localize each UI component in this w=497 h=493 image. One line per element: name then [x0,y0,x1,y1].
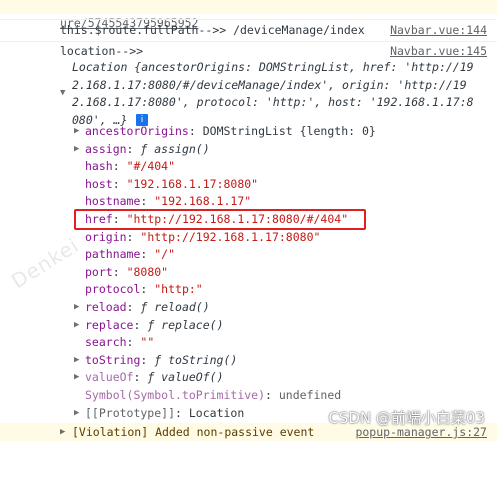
property-key: hash [85,159,113,174]
property-row: host: "192.168.1.17:8080" [0,176,497,193]
property-value: "http://192.168.1.17:8080" [140,229,321,244]
log-entry-link: ure/5745543795965952 [0,0,497,30]
expand-triangle-right-icon[interactable]: ▶ [74,405,84,423]
property-value: "192.168.1.17:8080" [126,176,259,191]
property-separator: : [140,352,155,367]
expand-triangle-right-icon[interactable]: ▶ [74,352,84,370]
property-key: ancestorOrigins [85,124,189,138]
property-value: DOMStringList {length: 0} [202,124,376,138]
href-highlight-box [74,209,366,230]
property-row[interactable]: ▶ valueOf: ƒ valueOf() [0,369,497,386]
property-value: "192.168.1.17" [154,194,252,209]
property-separator: : [133,370,148,385]
log-entry-route: this.$route.fullPath-->> /deviceManage/i… [0,19,497,40]
property-row: search: "" [0,334,497,351]
property-row[interactable]: ▶ toString: ƒ toString() [0,352,497,369]
property-value: ƒ valueOf() [147,370,224,385]
property-row: hostname: "192.168.1.17" [0,193,497,210]
property-row: hash: "#/404" [0,158,497,175]
property-key: port [85,264,113,279]
property-separator: : [112,264,127,279]
log-entry-location: location-->> Navbar.vue:145 [0,41,497,60]
violation-message: [Violation] Added non-passive event [72,425,315,439]
property-separator: : [126,141,141,156]
property-value: undefined [278,388,342,402]
property-key: toString [85,352,141,367]
property-value: "8080" [126,264,169,279]
property-value: "#/404" [126,159,176,174]
property-row[interactable]: ▶ assign: ƒ assign() [0,141,497,158]
property-separator: : [188,124,203,138]
expand-triangle-right-icon[interactable]: ▶ [74,299,84,317]
property-key: [[Prototype]] [85,405,176,420]
property-value: ƒ assign() [140,141,210,156]
log-message: location-->> [60,44,144,58]
property-row[interactable]: ▶ ancestorOrigins: DOMStringList {length:… [0,123,497,140]
property-row: Symbol(Symbol.toPrimitive): undefined [0,387,497,404]
property-key: valueOf [85,370,134,385]
property-separator: : [112,159,127,174]
property-value: ƒ toString() [154,352,238,367]
expand-triangle-right-icon[interactable]: ▶ [60,424,70,442]
property-separator: : [140,247,155,262]
expand-triangle-right-icon[interactable]: ▶ [74,369,84,387]
preview-line: 2.168.1.17:8080', protocol: 'http:', hos… [72,95,474,109]
property-separator: : [112,176,127,191]
property-key: pathname [85,247,141,262]
expand-triangle-right-icon[interactable]: ▶ [74,123,84,141]
property-key: hostname [85,194,141,209]
preview-line: Location {ancestorOrigins: DOMStringList… [72,60,474,74]
property-separator: : [265,388,279,402]
property-key: reload [85,300,127,314]
property-value: ƒ reload() [140,300,210,314]
property-key: origin [85,229,127,244]
property-key: replace [85,317,134,332]
expand-triangle-right-icon[interactable]: ▶ [74,317,84,335]
property-key: host [85,176,113,191]
property-value: "/" [154,247,176,262]
property-value: "http:" [154,282,203,297]
expand-triangle-down-icon[interactable]: ▼ [60,85,70,103]
property-separator: : [126,300,141,314]
property-separator: : [126,335,141,350]
property-row[interactable]: ▶ replace: ƒ replace() [0,317,497,334]
property-value: Location [188,405,245,420]
property-key: Symbol(Symbol.toPrimitive) [85,388,266,402]
property-key: protocol [85,282,141,297]
expand-triangle-right-icon[interactable]: ▶ [74,141,84,159]
property-value: ƒ replace() [147,317,224,332]
property-separator: : [175,405,189,420]
property-key: search [85,335,127,350]
property-separator: : [126,229,141,244]
log-message: this.$route.fullPath-->> /deviceManage/i… [60,23,365,37]
property-row: port: "8080" [0,264,497,281]
property-key: assign [85,141,127,156]
watermark-csdn: CSDN @前端小白菜03 [328,409,485,427]
property-value: "" [140,335,155,350]
property-separator: : [140,194,155,209]
property-separator: : [140,282,155,297]
source-link[interactable]: Navbar.vue:144 [390,22,487,40]
property-separator: : [133,317,148,332]
property-row[interactable]: ▶ reload: ƒ reload() [0,299,497,316]
source-link[interactable]: Navbar.vue:145 [390,43,487,61]
preview-line: 2.168.1.17:8080/#/deviceManage/index', o… [72,77,467,92]
object-preview[interactable]: ▼ Location {ancestorOrigins: DOMStringLi… [0,59,497,129]
property-row: protocol: "http:" [0,281,497,298]
